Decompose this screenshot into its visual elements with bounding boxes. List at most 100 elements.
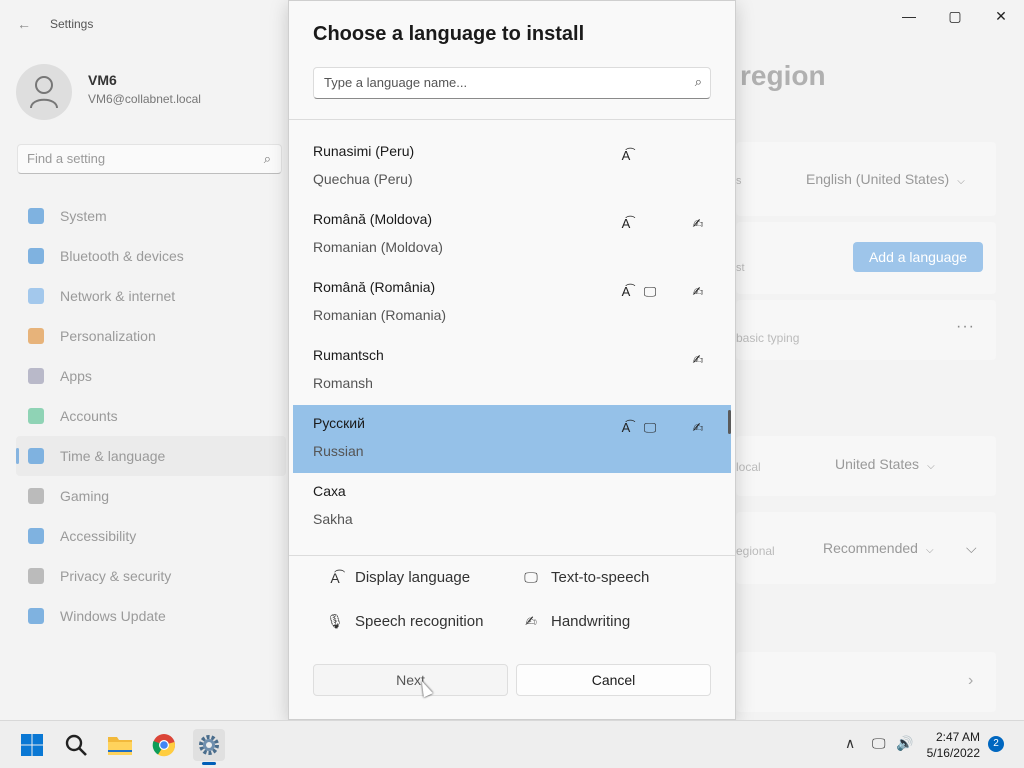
sidebar-item-label: Time & language	[60, 448, 166, 464]
search-taskbar-button[interactable]	[60, 729, 92, 761]
sidebar-item-system[interactable]: System	[16, 196, 286, 236]
list-scrollbar[interactable]	[728, 410, 731, 434]
user-email: VM6@collabnet.local	[88, 92, 201, 106]
sidebar-item-apps[interactable]: Apps	[16, 356, 286, 396]
display-language-dropdown[interactable]: English (United States) ⌵	[806, 171, 965, 187]
expand-chevron-icon[interactable]: ⌵	[966, 540, 977, 557]
choose-language-dialog: Choose a language to install Type a lang…	[288, 0, 736, 720]
person-icon	[28, 408, 44, 424]
sidebar-item-personalization[interactable]: Personalization	[16, 316, 286, 356]
brush-icon	[28, 328, 44, 344]
monitor-icon	[28, 208, 44, 224]
preferred-languages-hint: st	[736, 262, 745, 274]
legend-speech-recognition-label: Speech recognition	[355, 613, 484, 630]
sidebar-item-time-language[interactable]: Time & language	[16, 436, 286, 476]
legend-handwriting-label: Handwriting	[551, 613, 631, 630]
sidebar-item-label: Bluetooth & devices	[60, 248, 184, 264]
sidebar-item-label: Windows Update	[60, 608, 166, 624]
sidebar-item-windows-update[interactable]: Windows Update	[16, 596, 286, 636]
network-icon[interactable]: 🖵	[872, 735, 886, 752]
taskbar: ∧ 🖵 🔊 2:47 AM 5/16/2022	[0, 720, 1024, 768]
display-language-hint: s	[736, 175, 742, 187]
display-language-icon: A͡	[621, 284, 631, 299]
add-language-button[interactable]: Add a language	[853, 242, 983, 272]
sidebar-item-privacy-security[interactable]: Privacy & security	[16, 556, 286, 596]
display-language-icon: A͡	[330, 569, 340, 586]
page-title: region	[740, 60, 826, 91]
find-setting-input[interactable]: Find a setting ⌕	[17, 144, 282, 174]
handwriting-icon: ✍	[525, 613, 537, 629]
sidebar-item-label: Personalization	[60, 328, 156, 344]
legend-display-language: A͡ Display language	[325, 569, 470, 586]
sidebar-item-label: Gaming	[60, 488, 110, 504]
language-native-name: Rumantsch	[313, 347, 384, 363]
handwriting-icon: ✍	[692, 216, 704, 231]
language-list-item[interactable]: Română (România) Romanian (Romania) A͡ 🖵 ✍	[293, 269, 733, 337]
active-app-indicator	[202, 762, 216, 765]
folder-icon	[108, 737, 132, 755]
language-list-item[interactable]: Română (Moldova) Romanian (Moldova) A͡ ✍	[293, 201, 733, 269]
legend-text-to-speech: 🖵 Text-to-speech	[521, 569, 649, 586]
search-icon: ⌕	[263, 151, 271, 166]
legend-text-to-speech-label: Text-to-speech	[551, 569, 650, 586]
handwriting-icon: ✍	[692, 420, 704, 435]
language-native-name: Русский	[313, 415, 365, 431]
language-english-name: Sakha	[313, 511, 353, 527]
chevron-down-icon: ⌵	[925, 545, 934, 556]
sidebar-item-label: Accessibility	[60, 528, 137, 544]
sidebar-item-label: System	[60, 208, 107, 224]
legend-handwriting: ✍ Handwriting	[521, 613, 630, 630]
text-to-speech-icon: 🖵	[643, 284, 657, 299]
file-explorer-button[interactable]	[104, 729, 136, 761]
sidebar-item-label: Network & internet	[60, 288, 176, 304]
text-to-speech-icon: 🖵	[524, 569, 538, 585]
sidebar-item-network-internet[interactable]: Network & internet	[16, 276, 286, 316]
sidebar-item-bluetooth-devices[interactable]: Bluetooth & devices	[16, 236, 286, 276]
divider	[289, 119, 735, 120]
cancel-button[interactable]: Cancel	[516, 664, 711, 696]
related-setting-card[interactable]	[736, 652, 996, 712]
user-icon	[30, 76, 58, 109]
avatar[interactable]	[16, 64, 72, 120]
settings-nav: System Bluetooth & devices Network & inter…	[16, 196, 286, 636]
handwriting-icon: ✍	[692, 352, 704, 367]
country-dropdown[interactable]: United States ⌵	[835, 456, 935, 472]
maximize-icon[interactable]: ▢	[932, 0, 978, 32]
start-button[interactable]	[16, 729, 48, 761]
windows-logo-icon	[21, 734, 43, 756]
sidebar-item-accounts[interactable]: Accounts	[16, 396, 286, 436]
language-english-name: Quechua (Peru)	[313, 171, 413, 187]
clock[interactable]: 2:47 AM 5/16/2022	[927, 729, 980, 761]
notification-badge[interactable]: 2	[988, 736, 1004, 752]
chrome-icon	[152, 734, 176, 757]
language-native-name: Саха	[313, 483, 346, 499]
back-arrow-icon[interactable]: ←	[14, 14, 34, 34]
language-list-item[interactable]: Саха Sakha	[293, 473, 733, 541]
display-language-icon: A͡	[621, 216, 631, 231]
language-list-item[interactable]: Rumantsch Romansh ✍	[293, 337, 733, 405]
volume-icon[interactable]: 🔊	[896, 735, 913, 752]
chevron-right-icon: ›	[968, 672, 974, 689]
search-icon	[65, 734, 87, 756]
chrome-button[interactable]	[148, 729, 180, 761]
close-icon[interactable]: ✕	[978, 0, 1024, 32]
language-list[interactable]: Runasimi (Peru) Quechua (Peru) A͡ Română (M…	[293, 133, 733, 555]
next-button[interactable]: Next	[313, 664, 508, 696]
microphone-icon: 🎙	[326, 613, 344, 629]
language-list-item[interactable]: Русский Russian A͡ 🖵 ✍	[293, 405, 731, 473]
dialog-title: Choose a language to install	[313, 23, 585, 45]
minimize-icon[interactable]: —	[886, 0, 932, 32]
sidebar-item-label: Accounts	[60, 408, 118, 424]
more-options-icon[interactable]: ···	[956, 318, 975, 336]
app-title: Settings	[50, 17, 94, 31]
settings-taskbar-button[interactable]	[193, 729, 225, 761]
chevron-up-icon[interactable]: ∧	[845, 735, 855, 752]
sidebar-item-accessibility[interactable]: Accessibility	[16, 516, 286, 556]
regional-format-dropdown[interactable]: Recommended ⌵	[823, 540, 934, 556]
globe-clock-icon	[28, 448, 44, 464]
language-native-name: Română (Moldova)	[313, 211, 433, 227]
sidebar-item-gaming[interactable]: Gaming	[16, 476, 286, 516]
language-list-item[interactable]: Runasimi (Peru) Quechua (Peru) A͡	[293, 133, 733, 201]
language-search-input[interactable]: Type a language name... ⌕	[313, 67, 711, 99]
shield-icon	[28, 568, 44, 584]
